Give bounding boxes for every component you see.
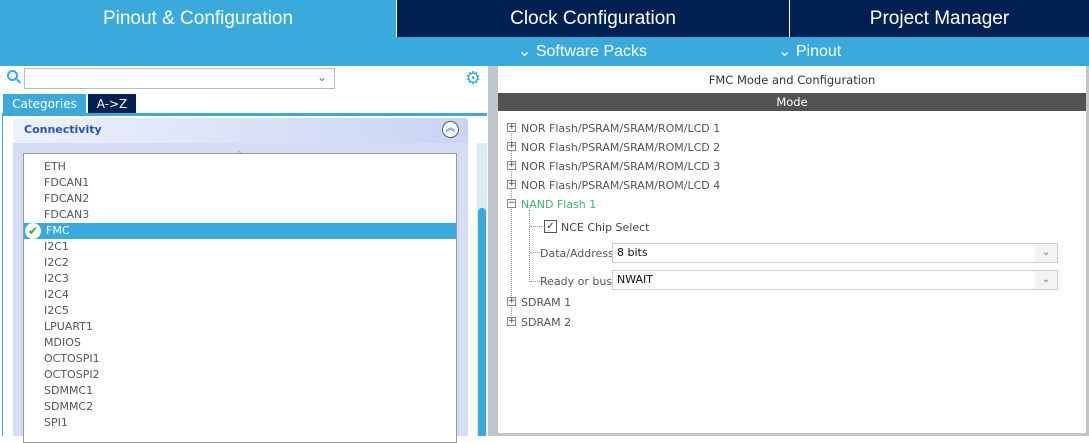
pinout-label: Pinout (795, 43, 842, 60)
list-item[interactable]: OCTOSPI1 (44, 351, 100, 367)
tab-a-z[interactable]: A->Z (88, 94, 136, 114)
ready-busy-label: Ready or busy (540, 275, 619, 288)
panel-divider[interactable] (488, 66, 495, 436)
list-item[interactable]: FDCAN1 (44, 175, 89, 191)
expand-icon[interactable]: + (507, 317, 516, 326)
list-item[interactable]: ETH (44, 159, 66, 175)
tree-item-nor-4[interactable]: NOR Flash/PSRAM/SRAM/ROM/LCD 4 (521, 179, 720, 192)
tree-connector (530, 281, 540, 282)
list-item[interactable]: SPI1 (44, 415, 68, 431)
expand-icon[interactable]: + (507, 123, 516, 132)
ready-busy-select[interactable]: NWAIT ⌄ (612, 270, 1058, 290)
collapse-icon[interactable]: − (507, 199, 516, 208)
list-item[interactable]: OCTOSPI2 (44, 367, 100, 383)
list-item[interactable]: FDCAN2 (44, 191, 89, 207)
software-packs-label: Software Packs (535, 43, 648, 60)
list-item[interactable]: I2C5 (44, 303, 69, 319)
tree-connector (530, 226, 542, 227)
chevron-down-icon: ⌄ (1035, 271, 1057, 289)
tree-line (529, 210, 530, 282)
gear-icon[interactable]: ⚙ (465, 68, 481, 89)
panel-title: FMC Mode and Configuration (708, 73, 876, 87)
chevron-down-icon: ⌄ (518, 43, 536, 60)
data-address-value: 8 bits (617, 246, 648, 259)
data-address-select[interactable]: 8 bits ⌄ (612, 243, 1058, 263)
list-item[interactable]: SDMMC2 (44, 399, 93, 415)
mode-header: Mode (498, 93, 1086, 111)
list-item[interactable]: FDCAN3 (44, 207, 89, 223)
chevron-down-icon: ⌄ (1035, 244, 1057, 262)
tree-item-sdram-1[interactable]: SDRAM 1 (521, 296, 571, 309)
search-icon-handle (16, 78, 21, 84)
tree-item-sdram-2[interactable]: SDRAM 2 (521, 316, 571, 329)
list-item[interactable]: I2C3 (44, 271, 69, 287)
check-icon: ✔ (25, 223, 41, 239)
tree-item-nor-3[interactable]: NOR Flash/PSRAM/SRAM/ROM/LCD 3 (521, 160, 720, 173)
search-input[interactable] (24, 68, 335, 89)
software-packs-menu[interactable]: ⌄ Software Packs (518, 41, 647, 61)
category-title: Connectivity (24, 123, 102, 136)
list-item[interactable]: FMC (46, 223, 70, 239)
left-panel-border (2, 116, 3, 436)
ready-busy-value: NWAIT (617, 273, 653, 286)
tree-item-nand-flash-1[interactable]: NAND Flash 1 (521, 198, 596, 211)
list-item[interactable]: LPUART1 (44, 319, 93, 335)
scroll-up-icon[interactable]: ^ (235, 150, 243, 161)
expand-icon[interactable]: + (507, 180, 516, 189)
tree-item-nor-1[interactable]: NOR Flash/PSRAM/SRAM/ROM/LCD 1 (521, 122, 720, 135)
tab-project-manager[interactable]: Project Manager (790, 0, 1089, 37)
tree-line (511, 128, 512, 324)
collapse-icon[interactable]: ︽ (442, 121, 459, 138)
expand-icon[interactable]: + (507, 142, 516, 151)
category-header-connectivity[interactable]: Connectivity ︽ (13, 118, 468, 143)
data-address-label: Data/Address (540, 247, 614, 260)
nce-label: NCE Chip Select (561, 221, 650, 234)
chevron-down-icon: ⌄ (778, 43, 796, 60)
tab-clock-configuration[interactable]: Clock Configuration (397, 0, 789, 37)
list-item[interactable]: I2C1 (44, 239, 69, 255)
tab-pinout-configuration[interactable]: Pinout & Configuration (0, 0, 396, 37)
tab-categories[interactable]: Categories (3, 94, 86, 114)
nce-checkbox[interactable]: ✓ (544, 220, 557, 233)
selected-row-highlight (24, 223, 456, 239)
list-scrollbar-thumb[interactable] (478, 208, 486, 436)
tree-connector (530, 252, 540, 253)
list-item[interactable]: I2C4 (44, 287, 69, 303)
expand-icon[interactable]: + (507, 161, 516, 170)
tab-underline (2, 113, 487, 116)
list-item[interactable]: MDIOS (44, 335, 81, 351)
list-item[interactable]: I2C2 (44, 255, 69, 271)
tree-item-nor-2[interactable]: NOR Flash/PSRAM/SRAM/ROM/LCD 2 (521, 141, 720, 154)
list-item[interactable]: SDMMC1 (44, 383, 93, 399)
search-dropdown-chevron-icon[interactable]: ⌄ (317, 70, 327, 84)
expand-icon[interactable]: + (507, 297, 516, 306)
pinout-menu[interactable]: ⌄ Pinout (778, 41, 841, 61)
